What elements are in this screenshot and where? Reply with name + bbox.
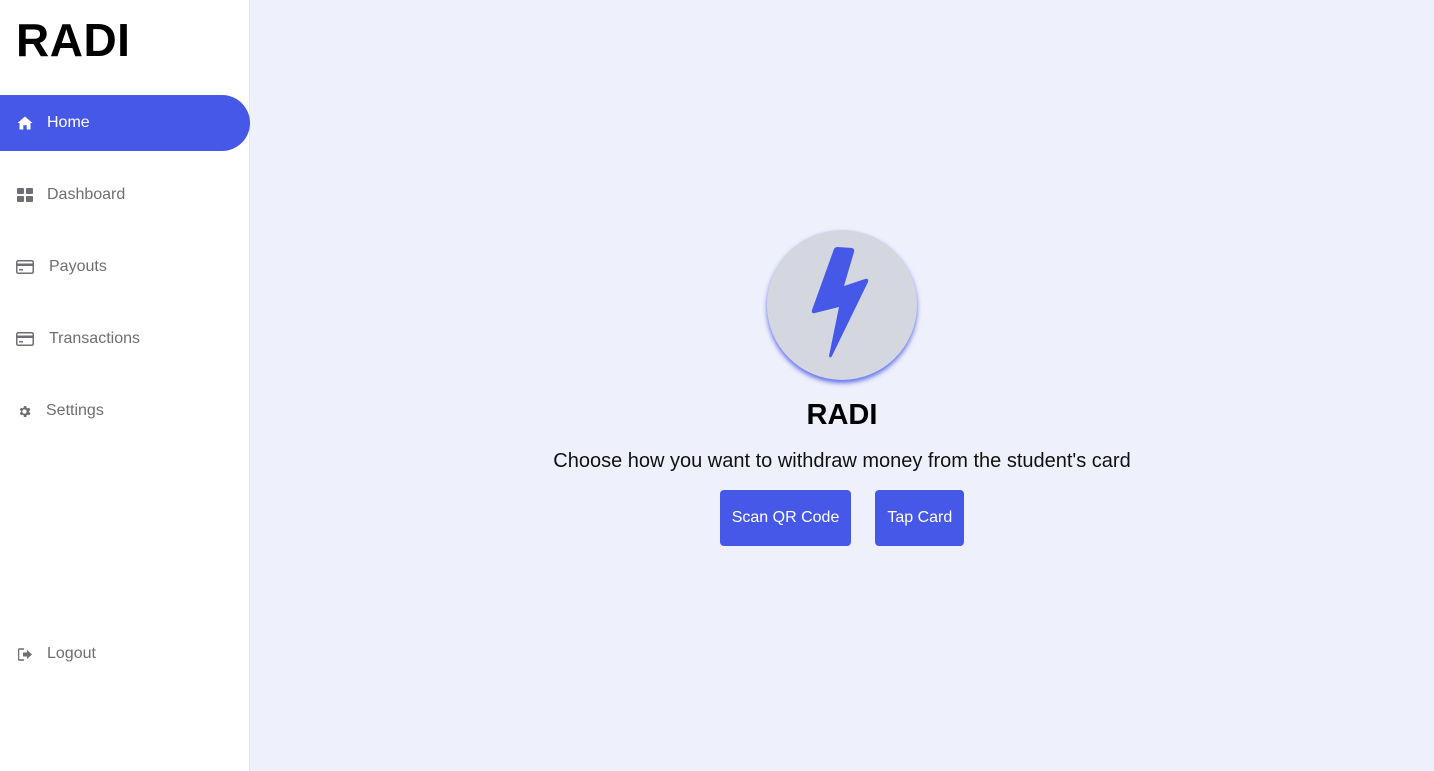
sidebar-item-label: Transactions: [49, 330, 140, 347]
logout-icon: [16, 645, 34, 663]
sidebar-item-logout[interactable]: Logout: [0, 626, 250, 682]
sidebar-item-dashboard[interactable]: Dashboard: [0, 167, 250, 223]
sidebar-item-label: Logout: [47, 645, 96, 662]
main-content: RADI Choose how you want to withdraw mon…: [250, 0, 1434, 771]
sidebar-item-home[interactable]: Home: [0, 95, 250, 151]
scan-qr-code-button[interactable]: Scan QR Code: [719, 490, 852, 546]
sidebar-item-settings[interactable]: Settings: [0, 383, 250, 439]
sidebar-item-label: Dashboard: [47, 186, 126, 203]
instruction-text: Choose how you want to withdraw money fr…: [553, 450, 1131, 472]
app-logo: [767, 230, 917, 380]
tap-card-button[interactable]: Tap Card: [875, 490, 965, 546]
gear-icon: [16, 402, 32, 420]
sidebar: RADI Home Dashboard Payouts Transactions…: [0, 0, 250, 771]
brand-logo-text: RADI: [16, 14, 131, 66]
home-icon: [16, 114, 34, 132]
withdraw-panel: RADI Choose how you want to withdraw mon…: [250, 230, 1434, 546]
credit-card-icon: [16, 330, 34, 348]
dashboard-grid-icon: [16, 186, 34, 204]
sidebar-item-payouts[interactable]: Payouts: [0, 239, 250, 295]
withdraw-options: Scan QR Code Tap Card: [719, 490, 965, 546]
sidebar-item-label: Settings: [46, 402, 104, 419]
sidebar-item-transactions[interactable]: Transactions: [0, 311, 250, 367]
sidebar-item-label: Home: [47, 114, 90, 131]
lightning-bolt-icon: [807, 245, 877, 366]
sidebar-item-label: Payouts: [49, 258, 107, 275]
app-title: RADI: [806, 399, 878, 431]
credit-card-icon: [16, 258, 34, 276]
